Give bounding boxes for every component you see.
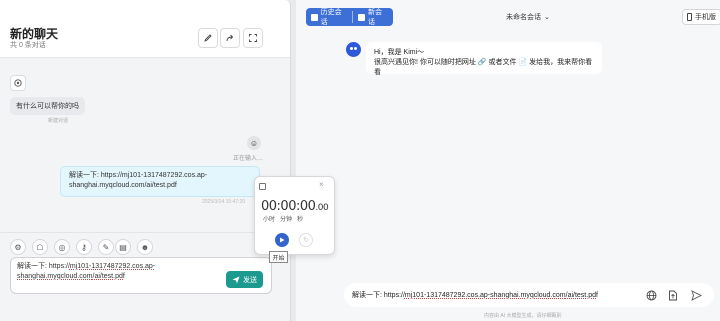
conversation-switch: 历史会话 新会话 (306, 8, 393, 26)
edit-button[interactable] (198, 28, 218, 48)
user-avatar: ☺ (247, 136, 261, 150)
typing-indicator: 正在输入… (233, 156, 264, 162)
play-icon (280, 237, 285, 243)
keyboard-icon: ▤ (119, 242, 127, 252)
send-arrow-icon (690, 289, 702, 301)
globe-icon (646, 290, 656, 300)
bot-message: 有什么可以帮你的吗 (10, 97, 85, 115)
user-message: 解读一下: https://mj101-1317487292.cos.ap-sh… (60, 166, 260, 197)
plugin-tool[interactable]: ⚷ (76, 239, 92, 255)
input-url-part2: shanghai.myqcloud.com (17, 273, 93, 280)
stopwatch-time: 00:00:00 (261, 199, 316, 214)
expand-icon (249, 34, 257, 42)
start-tooltip: 开始 (269, 251, 288, 263)
input-suffix: /ai/test.pdf (92, 273, 125, 280)
stopwatch-ms: .00 (315, 203, 329, 213)
kimi-message: Hi，我是 Kimi～ 很高兴遇见你! 你可以随时把网址 🔗 或者文件 📄 发给… (366, 42, 602, 76)
chat-header: 新的聊天 共 0 条对话 (0, 0, 290, 58)
phone-icon (687, 13, 692, 21)
mask-tool[interactable]: ☖ (32, 239, 48, 255)
kimi-greeting-line1: Hi，我是 Kimi～ (374, 49, 425, 56)
unit-second: 秒 (297, 217, 304, 223)
input-prefix: 解读一下: https:// (17, 263, 70, 270)
file-upload-icon (669, 290, 677, 300)
reset-button[interactable]: ↻ (299, 233, 313, 247)
share-button[interactable] (220, 28, 240, 48)
web-search-button[interactable] (643, 287, 659, 303)
send-icon (232, 276, 240, 283)
new-label: 新会话 (368, 9, 382, 26)
stopwatch-units: 小时 分钟 秒 (263, 214, 303, 223)
shortcut-tool[interactable]: ▤ (115, 239, 131, 255)
pencil-icon (204, 34, 212, 42)
history-button[interactable]: 历史会话 (306, 8, 352, 26)
user-message-meta: 2025/3/14 15:47:20 (202, 199, 246, 205)
key-icon: ⚷ (81, 242, 87, 252)
history-icon (311, 13, 318, 21)
bot-avatar (10, 75, 26, 91)
upload-file-button[interactable] (665, 287, 681, 303)
send-label: 发送 (243, 276, 257, 284)
conversation-name: 未命名会话 (506, 14, 541, 21)
reset-icon: ↻ (303, 237, 309, 244)
kimi-avatar (346, 42, 361, 57)
mobile-label: 手机版 (695, 14, 716, 21)
bot-icon: ☻ (140, 242, 150, 252)
broom-icon: ✎ (102, 242, 110, 252)
chevron-down-icon: ⌄ (544, 14, 550, 21)
stopwatch-display: 00:00:00.00 (261, 199, 329, 214)
unit-minute: 分钟 (280, 217, 293, 223)
conversation-title-dropdown[interactable]: 未命名会话 ⌄ (506, 12, 550, 22)
robot-icon: ☖ (36, 242, 44, 252)
input-url-part1: mj101-1317487292.cos.ap- (69, 263, 156, 270)
mobile-version-button[interactable]: 手机版 (682, 9, 720, 25)
stopwatch-widget: × 00:00:00.00 小时 分钟 秒 ↻ (254, 176, 335, 255)
share-icon (226, 34, 234, 42)
picture-in-picture-icon[interactable] (259, 183, 266, 190)
prompt-tool[interactable]: ◎ (54, 239, 70, 255)
chat-subtitle: 共 0 条对话 (10, 42, 46, 49)
kimi-input-prefix: 解读一下: https:// (352, 292, 405, 299)
settings-tool[interactable]: ⚙ (10, 239, 26, 255)
ai-disclaimer: 内容由 AI 大模型生成，请仔细甄别 (484, 313, 562, 319)
openai-icon (14, 79, 22, 87)
history-label: 历史会话 (320, 9, 342, 26)
model-tool[interactable]: ☻ (137, 239, 153, 255)
gear-icon: ⚙ (14, 242, 22, 252)
new-chat-icon (358, 13, 365, 21)
kimi-send-button[interactable] (688, 287, 704, 303)
chat-panel: 新的聊天 共 0 条对话 有什么可以帮你的吗 新建对话 ☺ 正在输入… 解读一下… (0, 0, 291, 321)
kimi-panel: 历史会话 新会话 未命名会话 ⌄ 手机版 Hi，我是 Kimi～ 很高兴遇见你!… (296, 0, 720, 321)
start-button[interactable] (275, 233, 289, 247)
smile-icon: ☺ (249, 138, 259, 148)
send-button[interactable]: 发送 (226, 271, 263, 288)
new-conversation-button[interactable]: 新会话 (353, 8, 393, 26)
target-icon: ◎ (58, 242, 66, 252)
clear-tool[interactable]: ✎ (98, 239, 114, 255)
kimi-input-url: mj101-1317487292.cos.ap-shanghai.myqclou… (404, 291, 566, 299)
kimi-greeting-line2: 很高兴遇见你! 你可以随时把网址 🔗 或者文件 📄 发给我，我来帮你看看 (374, 59, 593, 76)
bot-message-meta: 新建对话 (48, 118, 69, 124)
kimi-input-suffix: /ai/test.pdf (565, 291, 598, 299)
fullscreen-button[interactable] (243, 28, 263, 48)
unit-hour: 小时 (263, 217, 276, 223)
close-icon[interactable]: × (319, 180, 324, 189)
